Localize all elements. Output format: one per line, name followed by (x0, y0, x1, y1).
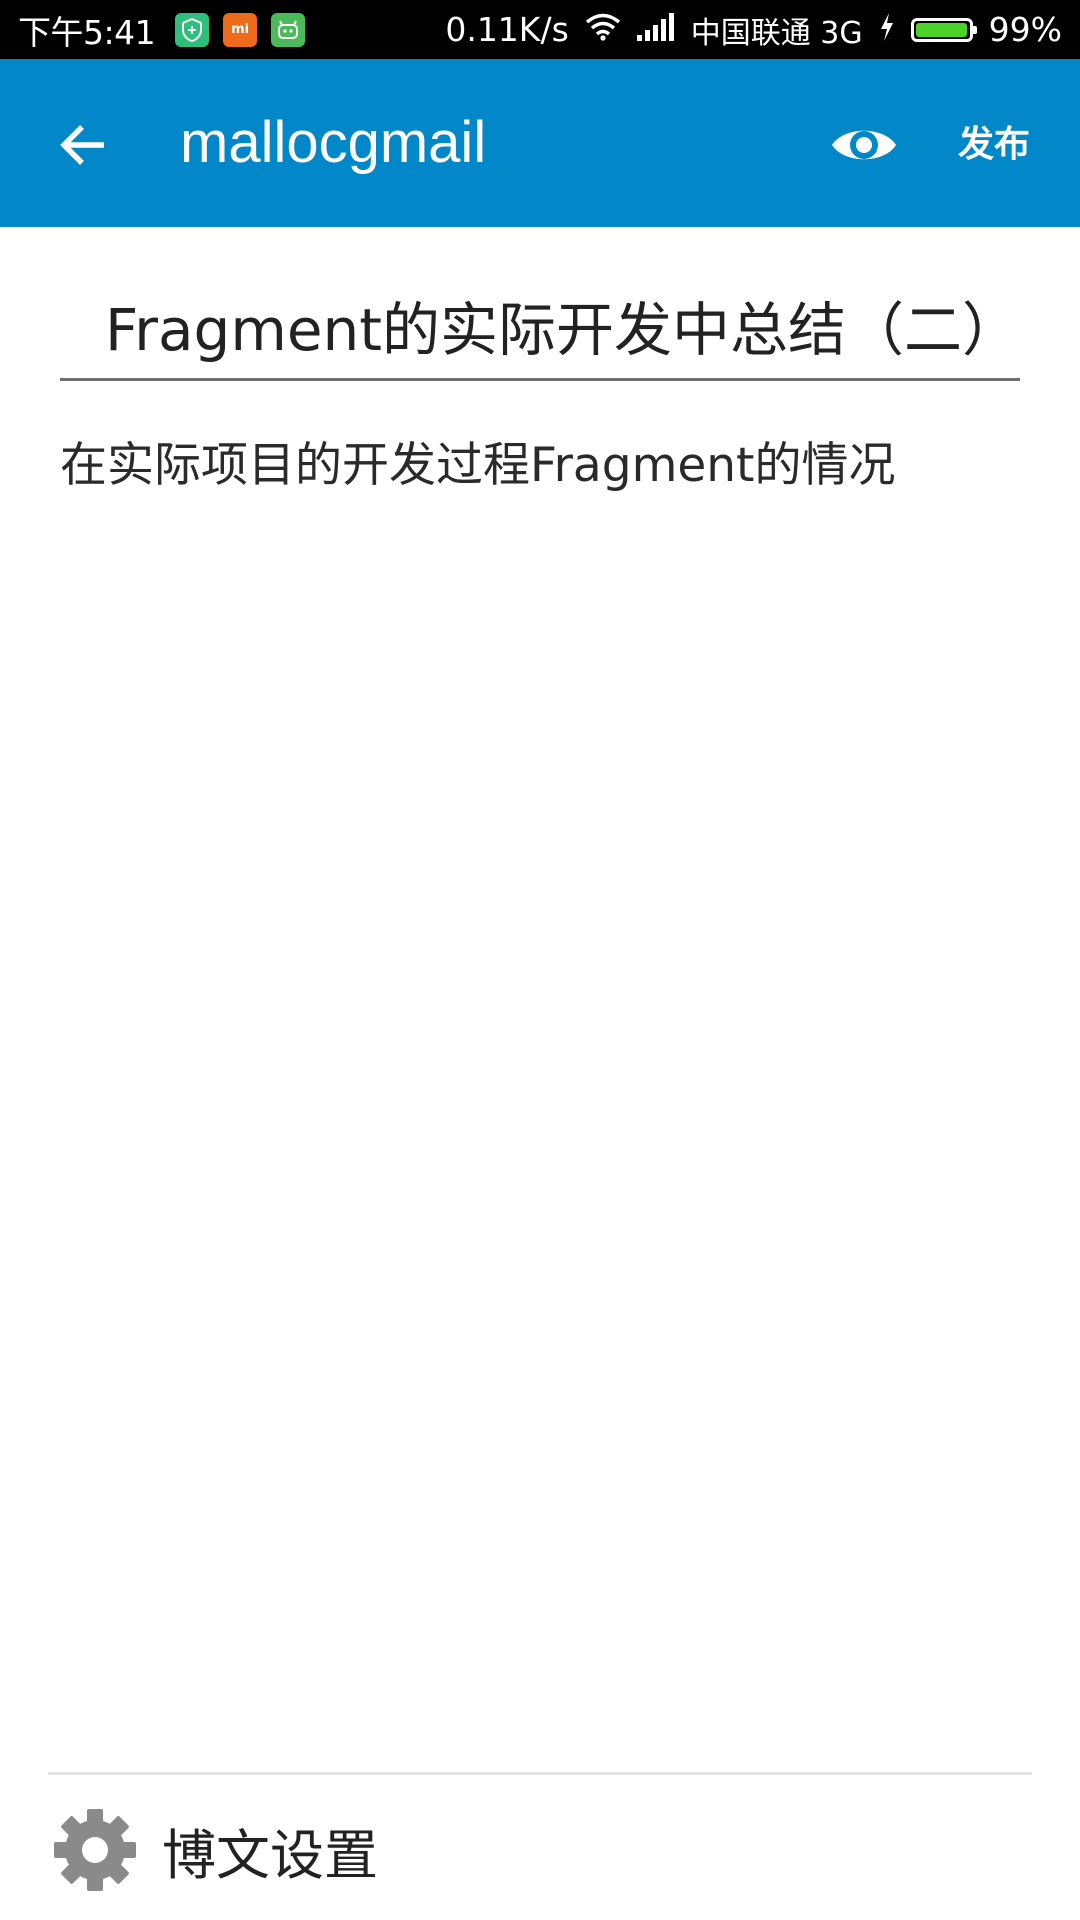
post-settings-button[interactable]: 博文设置 (48, 1795, 1032, 1905)
status-bar: 下午5:41 mi 0.11K/s 中国联通 3G 99% (0, 0, 1080, 59)
carrier-name: 中国联通 3G (690, 15, 863, 51)
toolbar-title: mallocgmail (180, 110, 487, 175)
footer-divider (48, 1772, 1032, 1775)
shield-app-icon (175, 12, 210, 47)
signal-icon (636, 10, 675, 49)
post-title-value: Fragment的实际开发中总结（二） (104, 296, 1020, 364)
charging-icon (879, 10, 895, 49)
status-time: 下午5:41 (18, 12, 156, 52)
network-speed: 0.11K/s (445, 10, 569, 49)
gear-icon (52, 1807, 138, 1893)
publish-button[interactable]: 发布 (958, 117, 1030, 173)
preview-button[interactable] (826, 113, 902, 177)
battery-icon (910, 17, 977, 42)
battery-level-fill (915, 22, 968, 37)
mi-app-label: mi (231, 22, 250, 37)
wifi-icon (585, 10, 621, 49)
back-button[interactable] (50, 113, 114, 177)
android-app-icon (271, 12, 306, 47)
post-title-input[interactable]: Fragment的实际开发中总结（二） (60, 290, 1020, 381)
app-toolbar: mallocgmail 发布 (0, 59, 1080, 227)
eye-icon (832, 130, 896, 160)
arrow-back-icon (60, 125, 104, 165)
battery-percent: 99% (988, 10, 1062, 49)
post-body-input[interactable]: 在实际项目的开发过程Fragment的情况 (60, 430, 1020, 502)
post-settings-label: 博文设置 (162, 1823, 378, 1887)
mi-app-icon: mi (223, 12, 258, 47)
